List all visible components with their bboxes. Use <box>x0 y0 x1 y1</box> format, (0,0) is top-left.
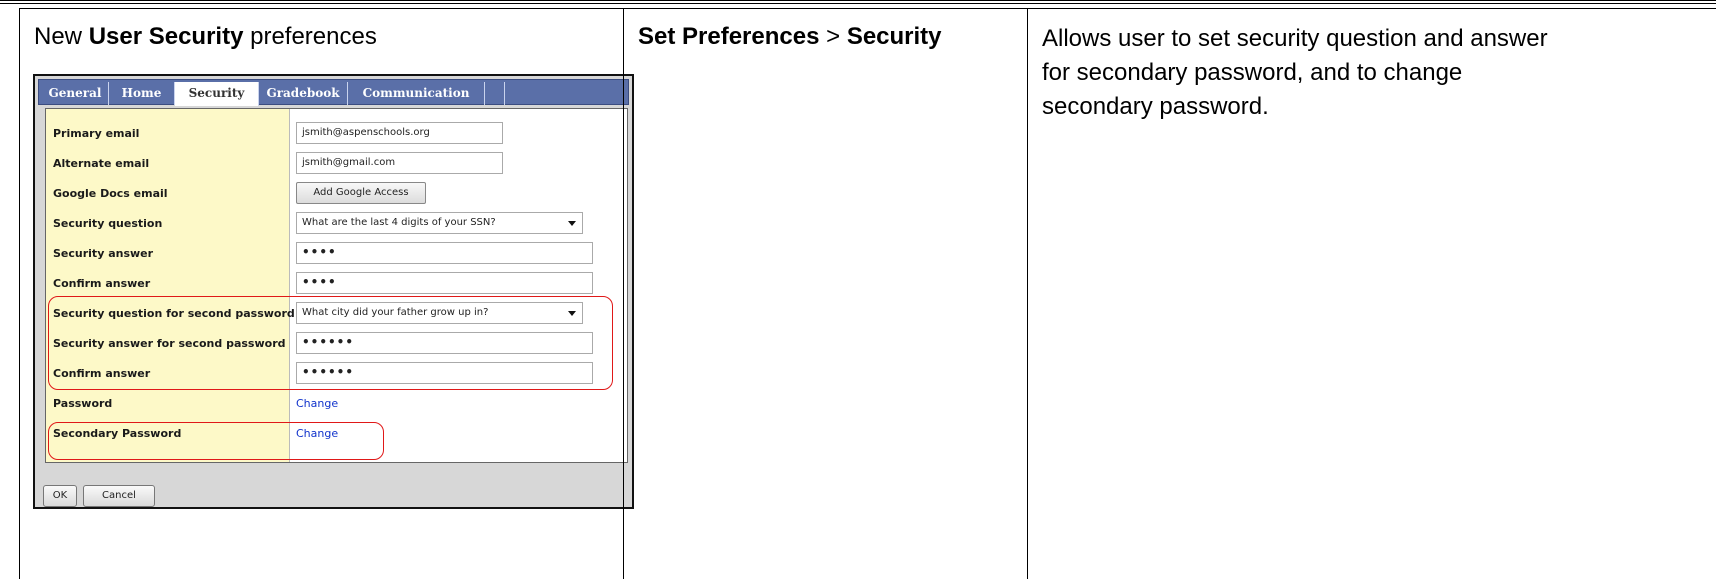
row-google-docs: Google Docs email Add Google Access <box>46 179 629 209</box>
top-rule <box>0 0 1716 4</box>
confirm-answer-field[interactable]: •••• <box>296 272 593 294</box>
row-alternate-email: Alternate email jsmith@gmail.com <box>46 149 629 179</box>
feature-cell: New User Security preferences General Ho… <box>19 8 634 579</box>
change-password-link[interactable]: Change <box>296 397 338 410</box>
highlight-second-password-group <box>48 296 613 390</box>
highlight-secondary-password-row <box>48 422 384 460</box>
alternate-email-field[interactable]: jsmith@gmail.com <box>296 152 503 174</box>
feature-table: New User Security preferences General Ho… <box>19 8 1716 579</box>
row-primary-email: Primary email jsmith@aspenschools.org <box>46 119 629 149</box>
ok-button[interactable]: OK <box>43 485 77 507</box>
tab-bar: General Home Security Gradebook Communic… <box>38 79 629 106</box>
security-question-select[interactable]: What are the last 4 digits of your SSN? <box>296 212 583 234</box>
feature-title: New User Security preferences <box>34 23 377 50</box>
description-cell: Allows user to set security question and… <box>1027 8 1716 579</box>
confirm-answer-label: Confirm answer <box>53 277 151 290</box>
tab-communication[interactable]: Communication <box>348 82 485 105</box>
row-security-answer: Security answer •••• <box>46 239 629 269</box>
preferences-dialog: General Home Security Gradebook Communic… <box>33 74 634 509</box>
tab-home[interactable]: Home <box>109 82 175 105</box>
security-question-label: Security question <box>53 217 163 230</box>
security-answer-label: Security answer <box>53 247 154 260</box>
tab-gradebook[interactable]: Gradebook <box>259 82 348 105</box>
alternate-email-label: Alternate email <box>53 157 150 170</box>
row-password: Password Change <box>46 389 629 419</box>
tab-general[interactable]: General <box>42 82 109 105</box>
cancel-button[interactable]: Cancel <box>83 485 155 507</box>
feature-description: Allows user to set security question and… <box>1042 25 1548 120</box>
security-answer-field[interactable]: •••• <box>296 242 593 264</box>
tab-security[interactable]: Security <box>175 82 259 106</box>
chevron-down-icon <box>568 221 576 226</box>
location-cell: Set Preferences > Security <box>623 8 1027 579</box>
password-label: Password <box>53 397 113 410</box>
google-docs-label: Google Docs email <box>53 187 168 200</box>
row-confirm-answer: Confirm answer •••• <box>46 269 629 299</box>
primary-email-label: Primary email <box>53 127 140 140</box>
primary-email-field[interactable]: jsmith@aspenschools.org <box>296 122 503 144</box>
security-question-value: What are the last 4 digits of your SSN? <box>302 217 496 228</box>
add-google-access-button[interactable]: Add Google Access <box>296 182 426 204</box>
security-panel: Primary email jsmith@aspenschools.org Al… <box>45 108 628 463</box>
tab-spacer <box>485 82 505 105</box>
row-security-question: Security question What are the last 4 di… <box>46 209 629 239</box>
menu-path: Set Preferences > Security <box>638 23 942 50</box>
